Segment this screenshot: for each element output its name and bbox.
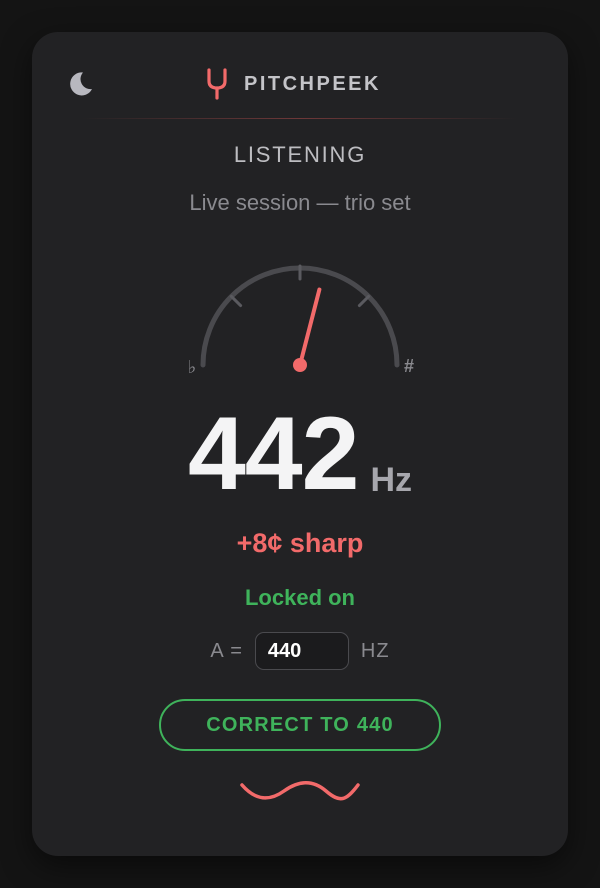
tuning-fork-icon [207,68,227,100]
reference-prefix: A = [210,639,243,662]
brand: PITCHPEEK [204,66,381,102]
tuning-gauge: ♭ # [188,264,414,378]
correct-to-reference-button[interactable]: CORRECT TO 440 [159,699,441,751]
gauge-tick-left [229,294,243,308]
sharp-symbol: # [404,356,414,376]
frequency-value: 442 [187,396,360,512]
header-divider [82,118,518,119]
brand-name: PITCHPEEK [244,72,381,95]
gauge-tick-right [357,294,371,308]
tuner-card: PITCHPEEK LISTENING Live session — trio … [32,32,568,856]
listening-status: LISTENING [233,142,367,167]
reference-unit: HZ [360,639,390,662]
reference-pitch-row: A = HZ [32,632,568,670]
cents-offset: +8¢ sharp [236,528,364,558]
flat-symbol: ♭ [188,357,197,378]
reference-pitch-input[interactable] [254,632,349,670]
lock-status: Locked on [244,585,355,610]
frequency-unit: Hz [370,461,413,499]
waveform-icon [240,781,360,801]
frequency-readout: 442 Hz [32,402,568,506]
gauge-needle [298,287,322,367]
needle-pivot [293,358,307,372]
moon-icon[interactable] [66,70,94,98]
gauge-arc [200,265,400,368]
session-name: Live session — trio set [189,190,411,215]
